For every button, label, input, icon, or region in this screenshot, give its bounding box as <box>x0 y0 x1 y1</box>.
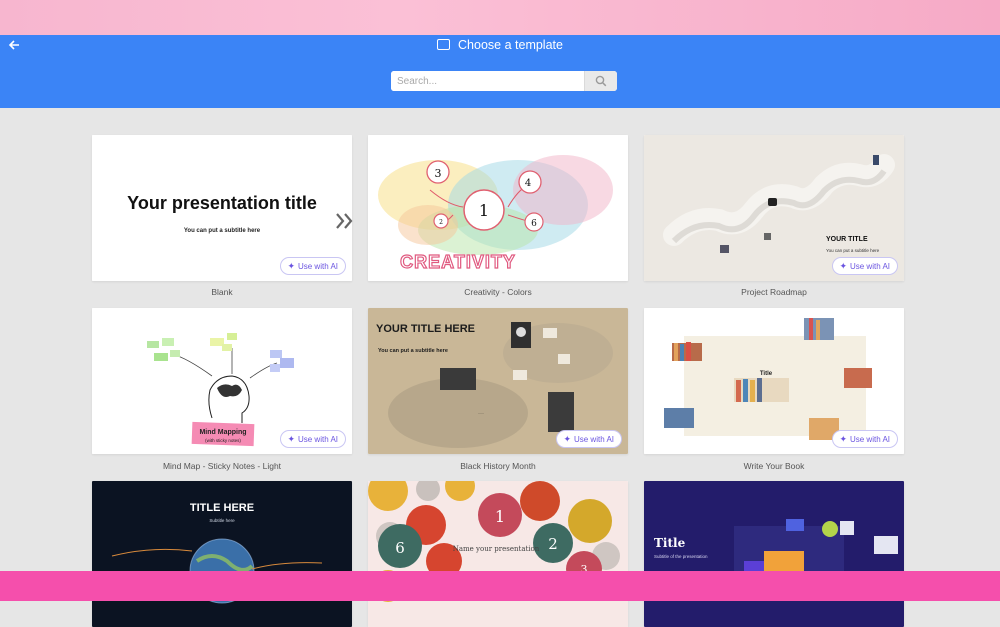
template-card-creativity-colors[interactable]: 1 3 4 2 6 CREATIVITY <box>368 135 628 281</box>
svg-text:4: 4 <box>525 178 531 189</box>
template-thumbnail: TITLE HERE Subtitle here <box>92 481 352 627</box>
template-card-project-roadmap[interactable]: YOUR TITLE You can put a subtitle here ✦… <box>644 135 904 281</box>
template-label: Creativity - Colors <box>464 287 532 297</box>
svg-text:......: ...... <box>478 411 484 415</box>
template-label: Write Your Book <box>743 461 805 471</box>
svg-text:6: 6 <box>395 539 405 557</box>
template-thumbnail: 1 3 4 2 6 CREATIVITY <box>368 135 628 281</box>
use-with-ai-button[interactable]: ✦ Use with AI <box>280 257 346 275</box>
thumb-subtitle: Subtitle of the presentation <box>654 554 708 559</box>
use-with-ai-button[interactable]: ✦ Use with AI <box>280 430 346 448</box>
page-title: Choose a template <box>458 38 563 52</box>
template-card-blank[interactable]: Your presentation title You can put a su… <box>92 135 352 281</box>
template-label: Blank <box>211 287 233 297</box>
search-icon <box>595 75 607 87</box>
template-card-black-history-month[interactable]: YOUR TITLE HERE You can put a subtitle h… <box>368 308 628 454</box>
thumb-title: Title <box>760 371 773 377</box>
thumb-title: YOUR TITLE <box>826 236 868 243</box>
svg-text:1: 1 <box>495 507 505 526</box>
header-bar: Choose a template <box>0 35 1000 108</box>
template-thumbnail: Title Subtitle of the presentation <box>644 481 904 627</box>
template-label: Mind Map - Sticky Notes - Light <box>162 461 282 471</box>
thumb-title: Your presentation title <box>127 193 317 213</box>
thumb-title: CREATIVITY <box>400 252 516 272</box>
template-label: Project Roadmap <box>741 287 807 297</box>
thumb-title: Name your presentation <box>453 545 540 553</box>
sparkle-icon: ✦ <box>839 434 847 444</box>
chevron-right-icon[interactable] <box>335 212 355 230</box>
thumb-title: YOUR TITLE HERE <box>376 323 475 335</box>
thumb-subtitle: Subtitle here <box>209 518 235 523</box>
use-with-ai-button[interactable]: ✦ Use with AI <box>556 430 622 448</box>
thumb-subtitle: You can put a subtitle here <box>826 248 880 253</box>
template-card-purple-title[interactable]: Title Subtitle of the presentation <box>644 481 904 627</box>
template-card-mind-map[interactable]: Mind Mapping (with sticky notes) ✦ Use wi… <box>92 308 352 454</box>
sparkle-icon: ✦ <box>839 261 847 271</box>
thumb-title: Mind Mapping <box>199 429 246 436</box>
template-card-colorful-circles[interactable]: 1 2 6 3 Name your presentation <box>368 481 628 627</box>
svg-text:2: 2 <box>439 219 443 226</box>
use-with-ai-button[interactable]: ✦ Use with AI <box>832 257 898 275</box>
thumb-title: Title <box>654 536 686 550</box>
page-title-wrap: Choose a template <box>0 37 1000 53</box>
template-card-write-your-book[interactable]: Title ✦ Use with AI <box>644 308 904 454</box>
thumb-subtitle: (with sticky notes) <box>205 438 241 443</box>
svg-text:3: 3 <box>435 167 442 180</box>
use-with-ai-button[interactable]: ✦ Use with AI <box>832 430 898 448</box>
template-icon <box>437 39 451 50</box>
sparkle-icon: ✦ <box>563 434 571 444</box>
thumb-subtitle: You can put a subtitle here <box>184 228 261 234</box>
search-button[interactable] <box>584 71 617 91</box>
svg-text:6: 6 <box>531 219 537 229</box>
sparkle-icon: ✦ <box>287 261 295 271</box>
top-decorative-band <box>0 0 1000 35</box>
thumb-subtitle: You can put a subtitle here <box>378 348 448 354</box>
template-card-space[interactable]: TITLE HERE Subtitle here <box>92 481 352 627</box>
sparkle-icon: ✦ <box>287 434 295 444</box>
thumb-title: TITLE HERE <box>190 502 254 514</box>
bottom-decorative-band <box>0 571 1000 601</box>
search-bar <box>391 71 617 91</box>
template-label: Black History Month <box>460 461 536 471</box>
search-input[interactable] <box>391 71 581 91</box>
template-thumbnail: 1 2 6 3 Name your presentation <box>368 481 628 627</box>
svg-text:1: 1 <box>479 201 489 220</box>
svg-text:2: 2 <box>548 535 558 553</box>
